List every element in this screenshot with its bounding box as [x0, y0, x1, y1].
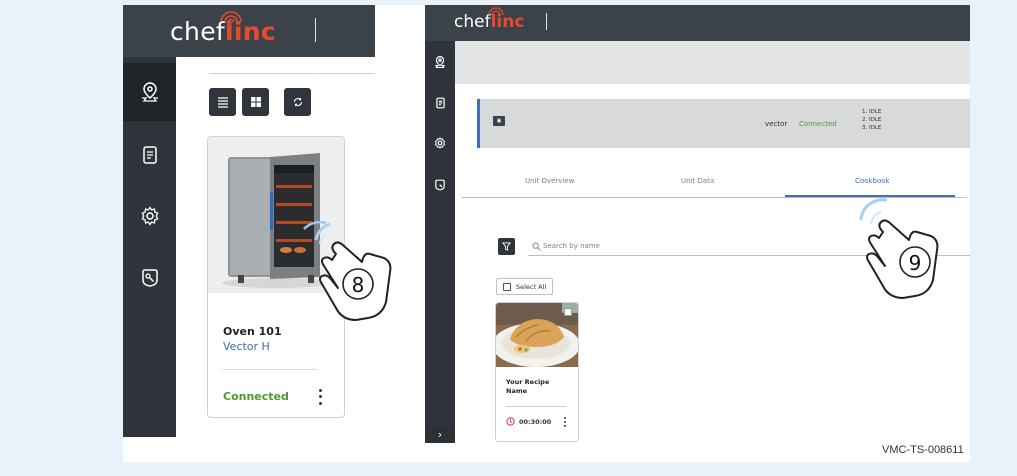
callout-number-8: 8 — [352, 273, 365, 297]
sidebar-expand-button[interactable]: › — [425, 427, 455, 443]
refresh-button[interactable] — [284, 88, 311, 116]
nav-settings[interactable] — [425, 130, 455, 156]
list-view-icon — [217, 97, 228, 108]
unit-badge: ▣ — [493, 116, 505, 126]
recipe-name: Your Recipe Name — [506, 378, 550, 395]
unit-connection-status: Connected — [799, 120, 837, 128]
nav-recipes[interactable] — [425, 172, 455, 198]
more-options-icon[interactable] — [315, 387, 325, 407]
document-id: VMC-TS-008611 — [882, 444, 964, 456]
tap-hand-icon-9: 9 — [859, 198, 939, 299]
top-banner — [455, 41, 970, 84]
search-placeholder: Search by name — [543, 242, 600, 250]
tag-icon — [141, 269, 158, 287]
header-divider — [546, 13, 547, 30]
select-all-label: Select All — [516, 283, 547, 291]
nav-locations[interactable] — [425, 49, 455, 75]
wifi-arc-icon — [220, 11, 242, 23]
recipe-image — [496, 303, 578, 367]
map-pin-icon — [435, 55, 445, 68]
select-all-button[interactable]: Select All — [496, 278, 553, 295]
nav-recipes[interactable] — [123, 249, 176, 307]
card-divider — [223, 369, 317, 370]
tab-cookbook[interactable]: Cookbook — [855, 177, 890, 185]
list-view-button[interactable] — [209, 88, 236, 116]
app-header: cheflinc — [123, 5, 375, 57]
nav-locations[interactable] — [123, 63, 176, 121]
document-icon — [142, 146, 157, 164]
recipe-checkbox[interactable] — [564, 308, 572, 316]
search-icon — [532, 242, 541, 251]
grid-view-icon — [250, 97, 261, 107]
select-all-checkbox[interactable] — [503, 283, 511, 291]
sidebar — [123, 57, 176, 437]
tap-hand-icon-8: 8 — [314, 222, 392, 321]
filter-button[interactable] — [498, 238, 515, 255]
recipe-card[interactable]: Your Recipe Name 00:30:00 — [495, 302, 579, 442]
gear-icon — [141, 206, 158, 226]
gear-icon — [434, 137, 446, 149]
nav-settings[interactable] — [123, 187, 176, 245]
nav-reports[interactable] — [123, 126, 176, 184]
unit-cavity-states: 1. IDLE 2. IDLE 3. IDLE — [862, 109, 882, 131]
tab-unit-overview[interactable]: Unit Overview — [525, 177, 574, 185]
sidebar: › — [425, 41, 455, 443]
oven-model: Vector H — [223, 340, 270, 353]
filter-icon — [502, 242, 511, 251]
wifi-arc-icon — [488, 7, 504, 16]
refresh-icon — [293, 97, 302, 107]
divider — [209, 73, 375, 74]
clock-icon — [506, 417, 515, 426]
document-icon — [435, 97, 445, 109]
tab-unit-data[interactable]: Unit Data — [681, 177, 714, 185]
oven-name: Oven 101 — [223, 325, 282, 338]
more-options-icon[interactable] — [562, 416, 568, 428]
map-pin-icon — [141, 82, 158, 102]
unit-name: vector — [765, 120, 788, 128]
nav-reports[interactable] — [425, 90, 455, 116]
connection-status: Connected — [223, 390, 289, 403]
recipe-cook-time: 00:30:00 — [519, 418, 552, 426]
tag-icon — [435, 179, 445, 191]
card-divider — [506, 406, 566, 407]
callout-number-9: 9 — [909, 251, 922, 275]
app-header: cheflinc — [425, 5, 970, 41]
header-divider — [315, 18, 316, 42]
unit-row[interactable]: ▣ vector Connected 1. IDLE 2. IDLE 3. ID… — [477, 99, 970, 148]
grid-view-button[interactable] — [242, 88, 269, 116]
